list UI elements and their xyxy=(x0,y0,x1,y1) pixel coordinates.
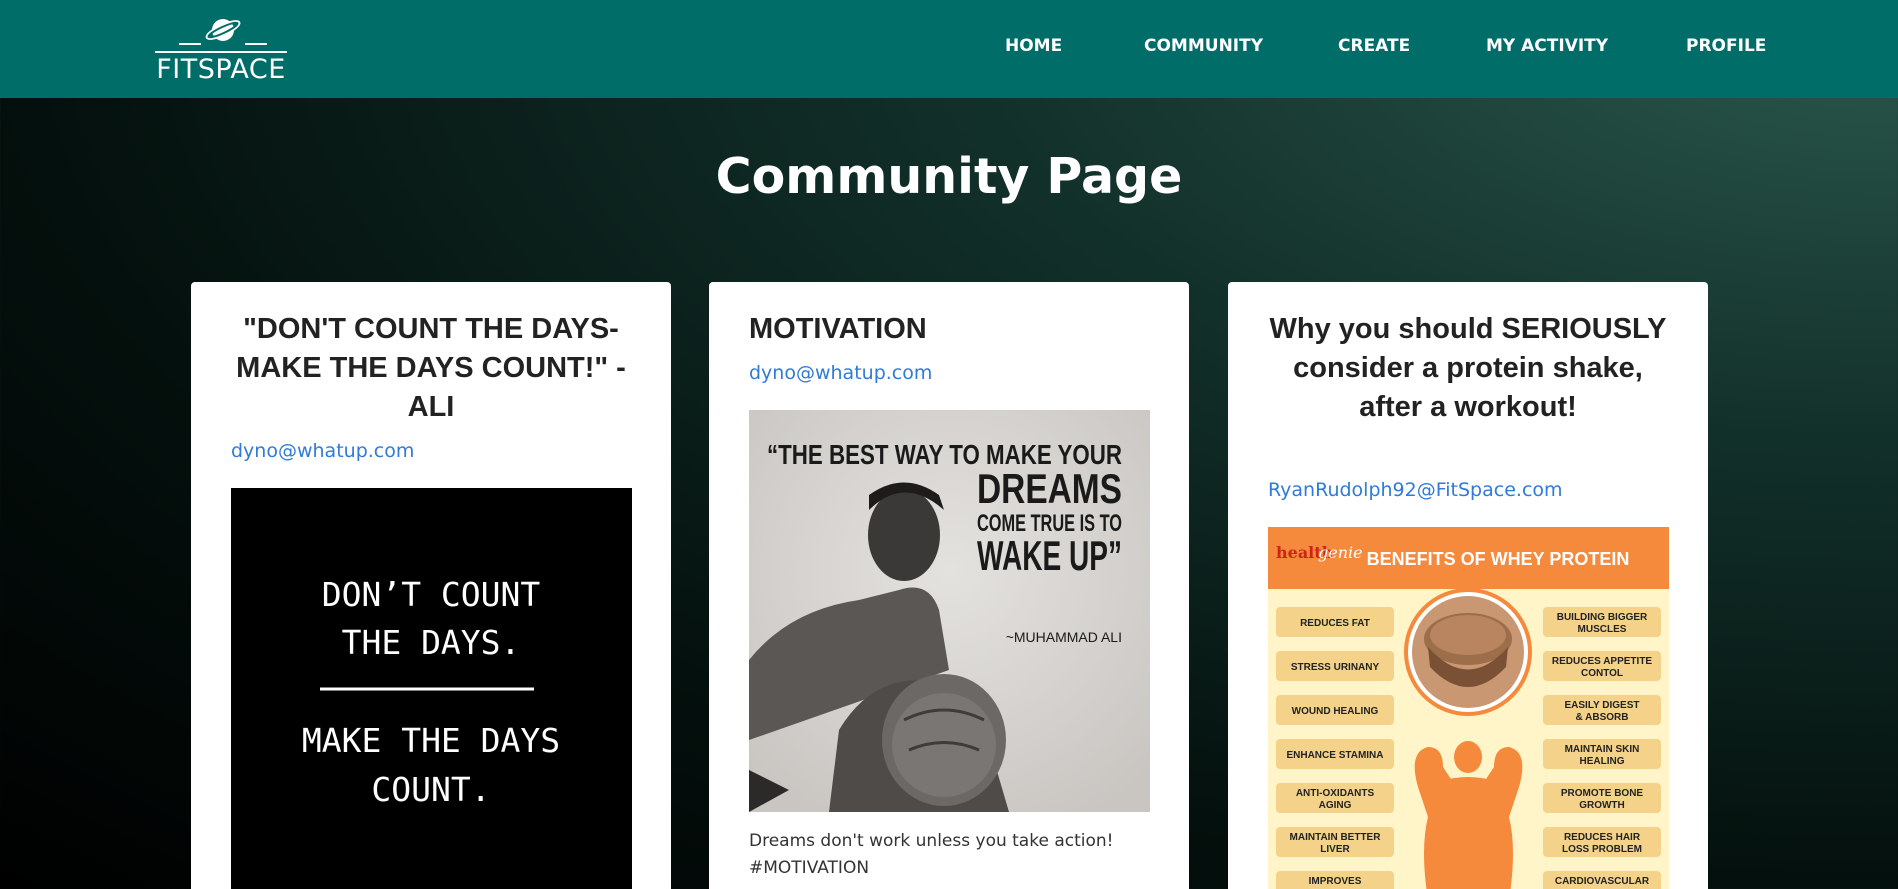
benefit-label: BUILDING BIGGER xyxy=(1557,612,1648,623)
page-title: Community Page xyxy=(715,148,1183,205)
benefit-label: WOUND HEALING xyxy=(1292,706,1379,717)
benefit-label: REDUCES HAIR xyxy=(1564,832,1641,843)
image-text-line: MAKE THE DAYS xyxy=(302,721,560,760)
benefit-label: LIVER xyxy=(1320,844,1350,855)
benefit-label: MAINTAIN BETTER xyxy=(1290,832,1382,843)
post-image: “THE BEST WAY TO MAKE YOUR DREAMS COME T… xyxy=(749,410,1150,812)
benefit-label: STRESS URINANY xyxy=(1291,662,1380,673)
image-attribution: ~MUHAMMAD ALI xyxy=(1006,629,1122,645)
post-title: Why you should SERIOUSLY consider a prot… xyxy=(1269,313,1667,423)
benefits-right: BUILDING BIGGERMUSCLES REDUCES APPETITECO… xyxy=(1543,607,1661,889)
nav-my-activity[interactable]: MY ACTIVITY xyxy=(1486,36,1608,56)
benefit-label: ANTI-OXIDANTS xyxy=(1296,788,1375,799)
image-text-line: THE DAYS. xyxy=(342,623,521,662)
image-text-line: COUNT. xyxy=(371,770,490,809)
post-image: health genie BENEFITS OF WHEY PROTEIN RE… xyxy=(1268,527,1669,889)
benefit-label: MUSCLES xyxy=(1578,624,1627,635)
benefit-label: LOSS PROBLEM xyxy=(1562,844,1642,855)
benefit-label: ENHANCE STAMINA xyxy=(1286,750,1383,761)
bodybuilder-figure xyxy=(1414,741,1523,889)
image-text-line: DON’T COUNT xyxy=(322,575,541,614)
post-title: "DON'T COUNT THE DAYS- MAKE THE DAYS COU… xyxy=(236,313,626,423)
nav-profile[interactable]: PROFILE xyxy=(1686,36,1766,56)
post-author-link[interactable]: dyno@whatup.com xyxy=(231,440,414,462)
planet-icon xyxy=(155,19,287,53)
post-author-link[interactable]: RyanRudolph92@FitSpace.com xyxy=(1268,479,1563,501)
post-title: MOTIVATION xyxy=(749,313,927,345)
benefit-label: REDUCES APPETITE xyxy=(1552,656,1653,667)
benefit-label: & ABSORB xyxy=(1576,712,1629,723)
nav-community[interactable]: COMMUNITY xyxy=(1144,36,1263,56)
post-card: MOTIVATION dyno@whatup.com “THE BEST WAY… xyxy=(709,282,1189,889)
benefit-label: REDUCES FAT xyxy=(1300,618,1370,629)
brand-logo[interactable]: FITSPACE xyxy=(155,14,287,85)
image-text-line: WAKE UP” xyxy=(977,532,1122,579)
nav-create[interactable]: CREATE xyxy=(1338,36,1410,56)
post-author-link[interactable]: dyno@whatup.com xyxy=(749,362,932,384)
benefit-label: MAINTAIN SKIN xyxy=(1565,744,1640,755)
image-header: BENEFITS OF WHEY PROTEIN xyxy=(1367,549,1630,569)
benefit-label: IMPROVES xyxy=(1309,876,1362,887)
nav-home[interactable]: HOME xyxy=(1005,36,1062,56)
benefit-label: CONTOL xyxy=(1581,668,1623,679)
navbar: FITSPACE HOME COMMUNITY CREATE MY ACTIVI… xyxy=(0,0,1898,98)
benefit-label: EASILY DIGEST xyxy=(1564,700,1639,711)
brand-name: FITSPACE xyxy=(156,54,286,85)
benefit-label: PROMOTE BONE xyxy=(1561,788,1644,799)
benefit-label: CARDIOVASCULAR xyxy=(1555,876,1650,887)
image-brand: genie xyxy=(1318,543,1363,562)
benefit-label: HEALING xyxy=(1580,756,1625,767)
benefit-label: AGING xyxy=(1319,800,1352,811)
benefits-left: REDUCES FAT STRESS URINANY WOUND HEALING EN… xyxy=(1276,607,1394,889)
post-card: "DON'T COUNT THE DAYS- MAKE THE DAYS COU… xyxy=(191,282,671,889)
image-text-line: DREAMS xyxy=(977,465,1122,512)
post-description: Dreams don't work unless you take action… xyxy=(749,831,1114,878)
post-card: Why you should SERIOUSLY consider a prot… xyxy=(1228,282,1708,889)
post-image: DON’T COUNT THE DAYS. MAKE THE DAYS COUN… xyxy=(231,488,632,889)
benefit-label: GROWTH xyxy=(1579,800,1625,811)
